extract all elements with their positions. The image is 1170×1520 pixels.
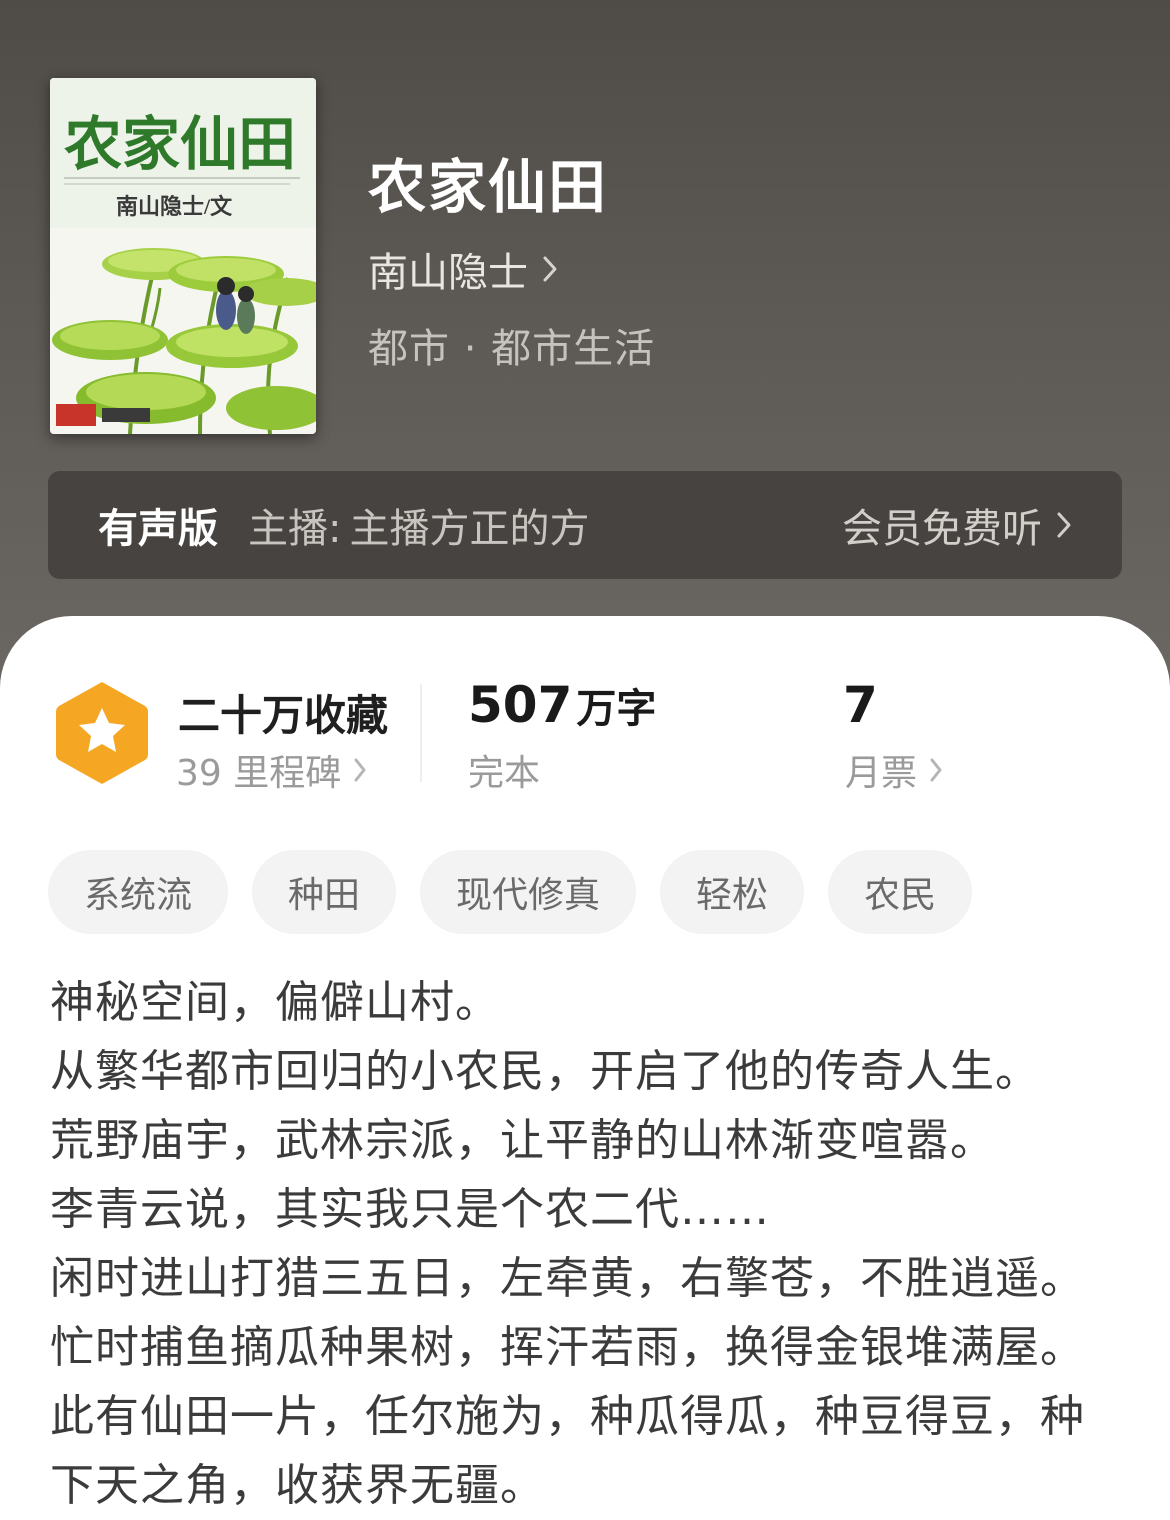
author-link[interactable]: 南山隐士 bbox=[368, 240, 558, 298]
chevron-right-icon bbox=[542, 255, 558, 283]
tag-chip[interactable]: 系统流 bbox=[48, 850, 229, 934]
completion-status: 完本 bbox=[468, 753, 541, 794]
cover-byline: 南山隐士/文 bbox=[116, 194, 233, 219]
genre-category[interactable]: 都市 · 都市生活 bbox=[368, 316, 655, 374]
member-free-listen-button[interactable]: 会员免费听 bbox=[842, 496, 1072, 554]
book-synopsis: 神秘空间，偏僻山村。 从繁华都市回归的小农民，开启了他的传奇人生。 荒野庙宇，武… bbox=[50, 968, 1120, 1520]
synopsis-line: 荒野庙宇，武林宗派，让平静的山林渐变喧嚣。 bbox=[50, 1115, 995, 1166]
tag-chip[interactable]: 农民 bbox=[828, 850, 973, 934]
milestones-link[interactable]: 39 里程碑 bbox=[176, 744, 367, 796]
monthly-tickets-count: 7 bbox=[843, 676, 878, 734]
word-count: 507 万字 bbox=[468, 676, 656, 734]
chevron-right-icon bbox=[929, 757, 943, 783]
audiobook-banner[interactable]: 有声版 主播: 主播方正的方 会员免费听 bbox=[48, 471, 1122, 579]
book-title: 农家仙田 bbox=[368, 153, 609, 221]
synopsis-line: 忙时捕鱼摘瓜种果树，挥汗若雨，换得金银堆满屋。 bbox=[50, 1322, 1085, 1373]
synopsis-line: 李青云说，其实我只是个农二代…… bbox=[50, 1184, 770, 1235]
audiobook-label: 有声版 bbox=[98, 506, 218, 552]
book-detail-card: 二十万收藏 39 里程碑 507 万字 完本 7 月票 系统流 种田 现代修真 轻… bbox=[0, 616, 1170, 1520]
word-count-number: 507 bbox=[468, 676, 573, 734]
book-cover[interactable]: 农家仙田 南山隐士/文 bbox=[50, 78, 316, 434]
chevron-right-icon bbox=[1056, 511, 1072, 539]
narrator-name: 主播方正的方 bbox=[349, 506, 590, 552]
word-count-unit: 万字 bbox=[576, 686, 657, 732]
milestones-label: 39 里程碑 bbox=[176, 753, 342, 794]
stats-divider bbox=[420, 684, 422, 782]
narrator-prefix: 主播: bbox=[248, 506, 342, 552]
synopsis-line: 从繁华都市回归的小农民，开启了他的传奇人生。 bbox=[50, 1046, 1040, 1097]
book-header: 农家仙田 南山隐士/文 农家仙田 南山隐士 都市 · 都市生活 有声版 主播: … bbox=[0, 0, 1170, 700]
monthly-tickets-label: 月票 bbox=[845, 753, 918, 794]
tag-chip[interactable]: 种田 bbox=[252, 850, 397, 934]
synopsis-line: 神秘空间，偏僻山村。 bbox=[50, 977, 500, 1028]
favorites-count: 二十万收藏 bbox=[178, 691, 389, 740]
member-free-listen-label: 会员免费听 bbox=[842, 506, 1042, 552]
narrator-info: 主播: 主播方正的方 bbox=[248, 496, 589, 554]
stats-row: 二十万收藏 39 里程碑 507 万字 完本 7 月票 bbox=[0, 616, 1170, 816]
chevron-right-icon bbox=[353, 757, 367, 783]
monthly-tickets-link[interactable]: 月票 bbox=[845, 744, 943, 796]
synopsis-line: 此有仙田一片，任尔施为，种瓜得瓜，种豆得豆，种 bbox=[50, 1391, 1085, 1442]
cover-title: 农家仙田 bbox=[64, 112, 296, 177]
synopsis-line: 闲时进山打猎三五日，左牵黄，右擎苍，不胜逍遥。 bbox=[50, 1253, 1085, 1304]
cover-illustration: 农家仙田 南山隐士/文 bbox=[50, 78, 316, 434]
tag-chip[interactable]: 现代修真 bbox=[420, 850, 637, 934]
star-hexagon-icon bbox=[52, 678, 152, 788]
tag-list: 系统流 种田 现代修真 轻松 农民 bbox=[48, 850, 973, 934]
author-name: 南山隐士 bbox=[368, 250, 528, 296]
tag-chip[interactable]: 轻松 bbox=[660, 850, 805, 934]
synopsis-line: 下天之角，收获界无疆。 bbox=[50, 1460, 545, 1511]
